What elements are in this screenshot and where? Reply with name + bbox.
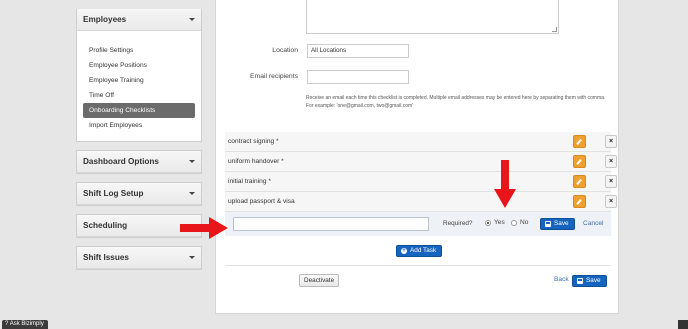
edit-pencil-icon[interactable] [573,135,586,148]
add-task-label: Add Task [410,247,437,254]
task-row: uniform handover * × [225,152,617,172]
scheduling-title: Scheduling [83,221,128,230]
checklist-form: Location All Locations Email recipients … [215,0,619,314]
delete-x-icon[interactable]: × [605,155,617,168]
floppy-disk-icon [577,278,583,284]
task-row: contract signing * × [225,132,617,152]
chevron-down-icon [189,192,195,195]
sidebar-item-profile-settings[interactable]: Profile Settings [83,43,195,58]
delete-x-icon[interactable]: × [605,175,617,188]
deactivate-button[interactable]: Deactivate [299,274,340,287]
email-help-text: Receive an email each time this checklis… [306,95,606,109]
sidebar-item-employee-training[interactable]: Employee Training [83,73,195,88]
floppy-disk-icon [545,221,551,227]
resize-handle-icon[interactable] [552,27,557,32]
save-checklist-label: Save [586,277,601,284]
save-task-label: Save [554,220,569,227]
back-link[interactable]: Back [554,276,569,283]
save-checklist-button[interactable]: Save [572,275,607,287]
email-recipients-label: Email recipients [250,73,298,80]
task-label: uniform handover * [228,158,284,165]
add-task-button[interactable]: + Add Task [396,245,443,257]
divider [225,265,611,266]
required-yes-radio[interactable] [485,220,491,226]
required-yes-label[interactable]: Yes [494,219,505,226]
shift-log-setup-panel: Shift Log Setup [76,182,202,206]
edit-pencil-icon[interactable] [573,195,586,208]
sidebar-item-onboarding-checklists[interactable]: Onboarding Checklists [83,103,195,118]
corner-widget[interactable] [678,320,688,329]
shift-issues-panel: Shift Issues [76,246,202,270]
employees-menu: Profile Settings Employee Positions Empl… [77,31,201,141]
sidebar-item-import-employees[interactable]: Import Employees [83,118,195,133]
employees-panel-title: Employees [83,15,127,24]
task-row: upload passport & visa × [225,192,617,212]
shift-log-setup-title: Shift Log Setup [83,189,144,198]
required-no-label[interactable]: No [520,219,528,226]
description-textarea[interactable] [306,0,559,34]
employees-panel: Employees Profile Settings Employee Posi… [76,9,202,142]
chevron-down-icon [189,160,195,163]
red-arrow-right-icon [180,217,228,239]
new-task-input[interactable] [233,217,429,231]
employees-panel-header[interactable]: Employees [77,9,201,31]
required-no-radio[interactable] [511,220,517,226]
chevron-down-icon [189,256,195,259]
task-label: upload passport & visa [228,198,295,205]
plus-circle-icon: + [401,248,407,254]
delete-x-icon[interactable]: × [605,135,617,148]
edit-pencil-icon[interactable] [573,155,586,168]
dashboard-options-header[interactable]: Dashboard Options [77,151,201,173]
delete-x-icon[interactable]: × [605,195,617,208]
dashboard-options-title: Dashboard Options [83,157,159,166]
shift-log-setup-header[interactable]: Shift Log Setup [77,183,201,205]
task-row: initial training * × [225,172,617,192]
email-recipients-input[interactable] [307,70,409,84]
task-label: contract signing * [228,138,279,145]
chevron-down-icon [189,18,195,21]
question-circle-icon: ? [5,321,9,327]
edit-pencil-icon[interactable] [573,175,586,188]
save-task-button[interactable]: Save [540,218,575,230]
location-label: Location [272,47,298,54]
ask-bizimply-button[interactable]: ? Ask Bizimply [2,320,48,329]
sidebar-item-employee-positions[interactable]: Employee Positions [83,58,195,73]
ask-bizimply-label: Ask Bizimply [9,321,44,327]
sidebar-item-time-off[interactable]: Time Off [83,88,195,103]
task-label: initial training * [228,178,271,185]
location-select[interactable]: All Locations [307,44,409,58]
red-arrow-down-icon [494,160,516,208]
shift-issues-title: Shift Issues [83,253,129,262]
shift-issues-header[interactable]: Shift Issues [77,247,201,269]
cancel-task-link[interactable]: Cancel [583,220,604,227]
new-task-row: Required? Yes No Save Cancel [225,212,611,236]
dashboard-options-panel: Dashboard Options [76,150,202,174]
required-label: Required? [443,220,473,227]
